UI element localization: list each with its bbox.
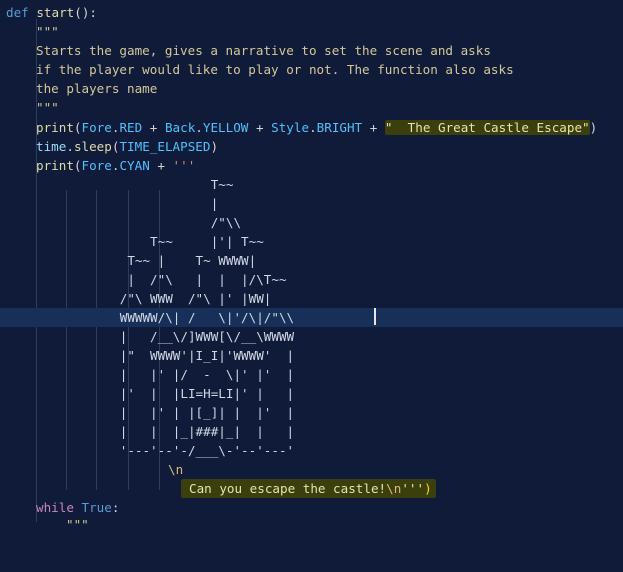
operator: + xyxy=(142,120,165,135)
ascii-art-text: /"\ WWW /"\ |' |WW| xyxy=(6,291,272,306)
ascii-art-line[interactable]: | xyxy=(0,194,623,213)
code-line[interactable]: print(Fore.RED + Back.YELLOW + Style.BRI… xyxy=(0,118,623,137)
ascii-art-text: | | |_|###|_| | | xyxy=(6,424,295,439)
string-text: Can you escape the castle! xyxy=(189,481,387,496)
ascii-art-line[interactable]: |" WWWW'|I_I|'WWWW' | xyxy=(0,346,623,365)
code-line[interactable]: Starts the game, gives a narrative to se… xyxy=(0,41,623,60)
text-cursor xyxy=(374,308,376,325)
operator: + xyxy=(362,120,385,135)
ascii-art-text: |' | |LI=H=LI|' | | xyxy=(6,386,295,401)
punctuation: . xyxy=(309,120,317,135)
ascii-art-line[interactable]: | |' | |[_]| | |' | xyxy=(0,403,623,422)
escape-sequence: \n xyxy=(168,462,184,477)
code-line[interactable]: print(Fore.CYAN + ''' xyxy=(0,156,623,175)
ascii-art-line[interactable]: /"\ WWW /"\ |' |WW| xyxy=(0,289,623,308)
code-line[interactable]: """ xyxy=(0,98,623,117)
keyword-def: def xyxy=(6,5,29,20)
print-call: print xyxy=(36,158,74,173)
punctuation: : xyxy=(111,500,120,515)
ascii-art-text: |" WWWW'|I_I|'WWWW' | xyxy=(6,348,295,363)
code-line[interactable]: if the player would like to play or not.… xyxy=(0,60,623,79)
code-line[interactable]: time.sleep(TIME_ELAPSED) xyxy=(0,137,623,156)
ascii-art-text: | /"\ | | |/\T~~ xyxy=(6,272,287,287)
ascii-art-text: T~~ xyxy=(6,177,234,192)
identifier: RED xyxy=(119,120,143,135)
ascii-art-text: /"\\ xyxy=(6,215,242,230)
docstring-text: if the player would like to play or not.… xyxy=(36,62,514,77)
punctuation: ) xyxy=(589,120,598,135)
ascii-art-text: | |' |/ - \|' |' | xyxy=(6,367,295,382)
function-call: sleep xyxy=(73,139,112,154)
ascii-art-line[interactable]: '---'--'-/___\-'--'---' xyxy=(0,441,623,460)
identifier: Fore xyxy=(81,158,112,173)
ascii-art-text: | xyxy=(6,196,219,211)
ascii-art-line[interactable]: | |' |/ - \|' |' | xyxy=(0,365,623,384)
active-line[interactable]: WWWWW/\| / \|'/\|/"\\ xyxy=(0,308,623,327)
matching-bracket: ) xyxy=(424,481,432,496)
punctuation: . xyxy=(195,120,203,135)
punctuation: (): xyxy=(74,5,98,20)
ascii-art-text: T~~ | T~ WWWW| xyxy=(6,253,257,268)
identifier: time xyxy=(36,139,67,154)
operator: + xyxy=(248,120,272,135)
print-call: print xyxy=(36,120,74,135)
ascii-art-text: WWWWW/\| / \|'/\|/"\\ xyxy=(6,310,295,325)
ascii-art-line[interactable]: T~~ |'| T~~ xyxy=(0,232,623,251)
string-delimiter: ''' xyxy=(401,481,425,496)
docstring-text: the players name xyxy=(36,81,158,96)
ascii-art-line[interactable]: |' | |LI=H=LI|' | | xyxy=(0,384,623,403)
ascii-art-line[interactable]: | /"\ | | |/\T~~ xyxy=(0,270,623,289)
identifier: Style xyxy=(271,120,310,135)
identifier: CYAN xyxy=(119,158,150,173)
ascii-art-text: | |' | |[_]| | |' | xyxy=(6,405,295,420)
docstring-open: """ xyxy=(66,517,89,532)
code-line[interactable]: Can you escape the castle!\n''') xyxy=(0,479,623,498)
code-line[interactable]: \n xyxy=(0,460,623,479)
escape-sequence: \n xyxy=(386,481,402,496)
search-match-highlight: Can you escape the castle!\n''') xyxy=(181,479,436,498)
code-line[interactable]: """ xyxy=(0,22,623,41)
docstring-open: """ xyxy=(36,24,59,39)
ascii-art-line[interactable]: | /__\/]WWW[\/__\WWWW xyxy=(0,327,623,346)
docstring-close: """ xyxy=(36,100,59,115)
ascii-art-line[interactable]: T~~ | T~ WWWW| xyxy=(0,251,623,270)
keyword-true: True xyxy=(81,500,112,515)
ascii-art-line[interactable]: | | |_|###|_| | | xyxy=(0,422,623,441)
docstring-text: Starts the game, gives a narrative to se… xyxy=(36,43,491,58)
code-editor[interactable]: def start(): """ Starts the game, gives … xyxy=(0,0,623,532)
ascii-art-text: | /__\/]WWW[\/__\WWWW xyxy=(6,329,295,344)
search-match-highlight: " The Great Castle Escape" xyxy=(384,120,590,135)
punctuation: ) xyxy=(210,139,219,154)
ascii-art-line[interactable]: T~~ xyxy=(0,175,623,194)
ascii-art-text: T~~ |'| T~~ xyxy=(6,234,264,249)
keyword-while: while xyxy=(36,500,74,515)
identifier: Back xyxy=(164,120,196,135)
operator: + xyxy=(149,158,173,173)
punctuation: ( xyxy=(73,120,82,135)
code-line[interactable]: the players name xyxy=(0,79,623,98)
code-line[interactable]: """ xyxy=(0,515,623,534)
identifier: YELLOW xyxy=(202,120,249,135)
function-name: start xyxy=(36,5,75,20)
identifier: BRIGHT xyxy=(316,120,363,135)
code-line[interactable]: def start(): xyxy=(0,3,623,22)
constant: TIME_ELAPSED xyxy=(119,139,211,154)
string-delimiter: ''' xyxy=(172,158,196,173)
punctuation: . xyxy=(66,139,74,154)
ascii-art-line[interactable]: /"\\ xyxy=(0,213,623,232)
identifier: Fore xyxy=(81,120,112,135)
ascii-art-text: '---'--'-/___\-'--'---' xyxy=(6,443,295,458)
punctuation: ( xyxy=(73,158,82,173)
